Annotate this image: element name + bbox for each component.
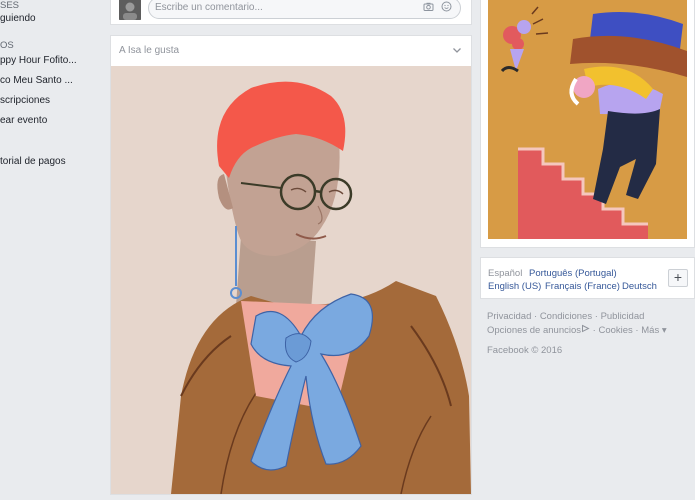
sidebar-item-meu-santo[interactable]: co Meu Santo ... — [0, 75, 73, 86]
current-language: Español — [488, 268, 523, 279]
comment-composer: Escribe un comentario... — [110, 0, 472, 25]
add-language-button[interactable]: + — [668, 269, 688, 287]
chevron-down-icon[interactable] — [451, 44, 463, 56]
chevron-down-icon[interactable]: ▾ — [662, 325, 667, 336]
language-selector: Español Português (Portugal) English (US… — [480, 257, 695, 299]
ad-choices-link[interactable]: Opciones de anuncios — [487, 325, 581, 336]
language-option[interactable]: Português (Portugal) — [529, 268, 617, 279]
avatar[interactable] — [119, 0, 141, 20]
more-link[interactable]: Más — [641, 325, 659, 336]
advertising-link[interactable]: Publicidad — [601, 311, 645, 322]
adchoices-icon[interactable] — [581, 324, 590, 336]
post-header: A Isa le gusta — [111, 36, 471, 66]
privacy-link[interactable]: Privacidad — [487, 311, 531, 322]
terms-link[interactable]: Condiciones — [540, 311, 592, 322]
language-option[interactable]: Deutsch — [622, 281, 657, 292]
sidebar-item-payment-history[interactable]: torial de pagos — [0, 156, 66, 167]
post-attribution[interactable]: A Isa le gusta — [119, 45, 179, 56]
language-option[interactable]: English (US) — [488, 281, 541, 292]
copyright: Facebook © 2016 — [487, 345, 563, 356]
camera-icon[interactable] — [423, 1, 434, 12]
post-illustration[interactable] — [111, 66, 471, 494]
language-option[interactable]: Français (France) — [545, 281, 620, 292]
ad-illustration[interactable] — [488, 0, 687, 239]
comment-input[interactable]: Escribe un comentario... — [148, 0, 461, 19]
sidebar-item-following[interactable]: guiendo — [0, 13, 36, 24]
cookies-link[interactable]: Cookies — [598, 325, 632, 336]
sidebar-section-heading-groups: OS — [0, 40, 14, 51]
feed-post: A Isa le gusta — [110, 35, 472, 495]
emoji-icon[interactable] — [441, 1, 452, 12]
sponsored-ad-card[interactable] — [480, 0, 695, 248]
sidebar-item-happy-hour[interactable]: ppy Hour Fofito... — [0, 55, 77, 66]
left-sidebar: SES guiendo OS ppy Hour Fofito... co Meu… — [0, 0, 100, 500]
sidebar-item-subscriptions[interactable]: scripciones — [0, 95, 50, 106]
comment-placeholder: Escribe un comentario... — [155, 2, 263, 13]
sidebar-section-heading: SES — [0, 0, 20, 11]
sidebar-item-create-event[interactable]: ear evento — [0, 115, 47, 126]
